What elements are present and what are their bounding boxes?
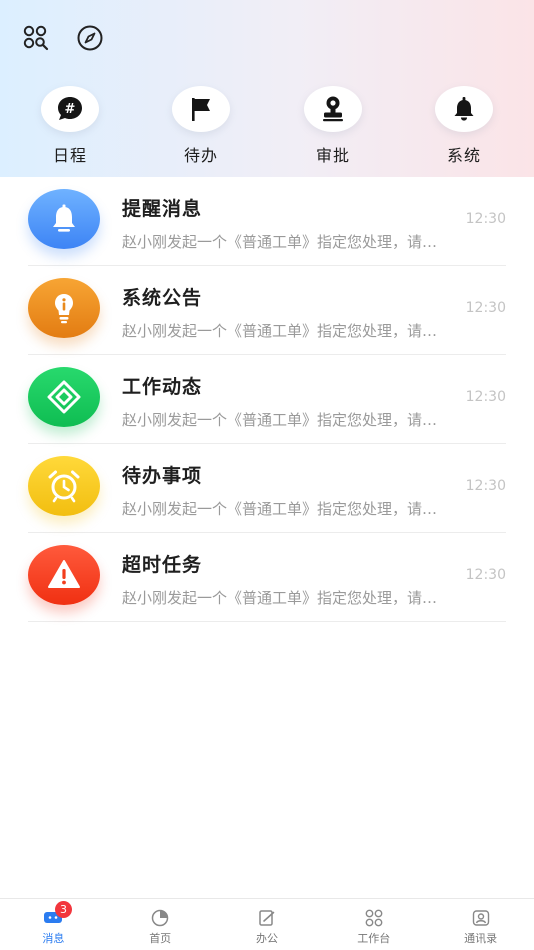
tab-label: 办公 <box>255 932 278 945</box>
header-background: # 日程 待办 审批 系统 <box>0 0 534 177</box>
quick-action-label: 日程 <box>52 146 87 165</box>
tab-home[interactable]: 首页 <box>107 899 214 950</box>
apps-search-icon[interactable] <box>22 24 50 52</box>
tab-messages[interactable]: 3 消息 <box>0 899 107 950</box>
tab-label: 工作台 <box>357 932 391 945</box>
quick-action-todo[interactable]: 待办 <box>141 86 261 166</box>
message-list: 提醒消息 赵小刚发起一个《普通工单》指定您处理，请及时处理 12:30 系统公告… <box>0 177 534 622</box>
unread-badge: 3 <box>55 901 72 918</box>
contacts-icon <box>471 909 491 927</box>
tab-label: 首页 <box>149 932 172 945</box>
message-preview: 赵小刚发起一个《普通工单》指定您处理，请及时处理 <box>122 322 440 340</box>
svg-text:#: # <box>65 102 76 117</box>
compass-icon[interactable] <box>76 24 104 52</box>
message-row-todo-items[interactable]: 待办事项 赵小刚发起一个《普通工单》指定您处理，请及时处理 12:30 <box>28 444 506 533</box>
tab-contacts[interactable]: 通讯录 <box>427 899 534 950</box>
warning-icon <box>28 545 100 605</box>
message-title: 待办事项 <box>122 465 203 487</box>
message-time: 12:30 <box>465 389 506 405</box>
message-row-overdue-tasks[interactable]: 超时任务 赵小刚发起一个《普通工单》指定您处理，请及时处理 12:30 <box>28 533 506 622</box>
message-title: 系统公告 <box>122 287 203 309</box>
message-title: 工作动态 <box>122 376 203 398</box>
edit-document-icon <box>257 909 277 927</box>
quick-action-label: 系统 <box>446 146 481 165</box>
bell-icon <box>28 189 100 249</box>
quick-action-system[interactable]: 系统 <box>404 86 524 166</box>
message-title: 超时任务 <box>122 554 203 576</box>
message-time: 12:30 <box>465 211 506 227</box>
diamond-icon <box>28 367 100 427</box>
message-row-reminder[interactable]: 提醒消息 赵小刚发起一个《普通工单》指定您处理，请及时处理 12:30 <box>28 177 506 266</box>
message-row-announcement[interactable]: 系统公告 赵小刚发起一个《普通工单》指定您处理，请及时处理 12:30 <box>28 266 506 355</box>
stamp-icon <box>304 86 362 132</box>
quick-action-schedule[interactable]: # 日程 <box>10 86 130 166</box>
lightbulb-icon <box>28 278 100 338</box>
message-preview: 赵小刚发起一个《普通工单》指定您处理，请及时处理 <box>122 589 440 607</box>
alarm-clock-icon <box>28 456 100 516</box>
tab-workbench[interactable]: 工作台 <box>320 899 427 950</box>
grid-icon <box>364 909 384 927</box>
message-preview: 赵小刚发起一个《普通工单》指定您处理，请及时处理 <box>122 500 440 518</box>
tab-label: 消息 <box>42 932 65 945</box>
message-row-work-updates[interactable]: 工作动态 赵小刚发起一个《普通工单》指定您处理，请及时处理 12:30 <box>28 355 506 444</box>
bottom-tab-bar: 3 消息 首页 办公 工作台 通讯录 <box>0 898 534 950</box>
quick-action-approval[interactable]: 审批 <box>273 86 393 166</box>
quick-action-label: 待办 <box>183 146 218 165</box>
message-time: 12:30 <box>465 567 506 583</box>
message-title: 提醒消息 <box>122 198 203 220</box>
tab-label: 通讯录 <box>464 932 498 945</box>
message-preview: 赵小刚发起一个《普通工单》指定您处理，请及时处理 <box>122 411 440 429</box>
message-time: 12:30 <box>465 478 506 494</box>
bell-icon <box>435 86 493 132</box>
flag-icon <box>172 86 230 132</box>
hashtag-bubble-icon: # <box>41 86 99 132</box>
message-preview: 赵小刚发起一个《普通工单》指定您处理，请及时处理 <box>122 233 440 251</box>
quick-action-label: 审批 <box>315 146 350 165</box>
pie-chart-icon <box>150 909 170 927</box>
tab-office[interactable]: 办公 <box>214 899 321 950</box>
message-time: 12:30 <box>465 300 506 316</box>
